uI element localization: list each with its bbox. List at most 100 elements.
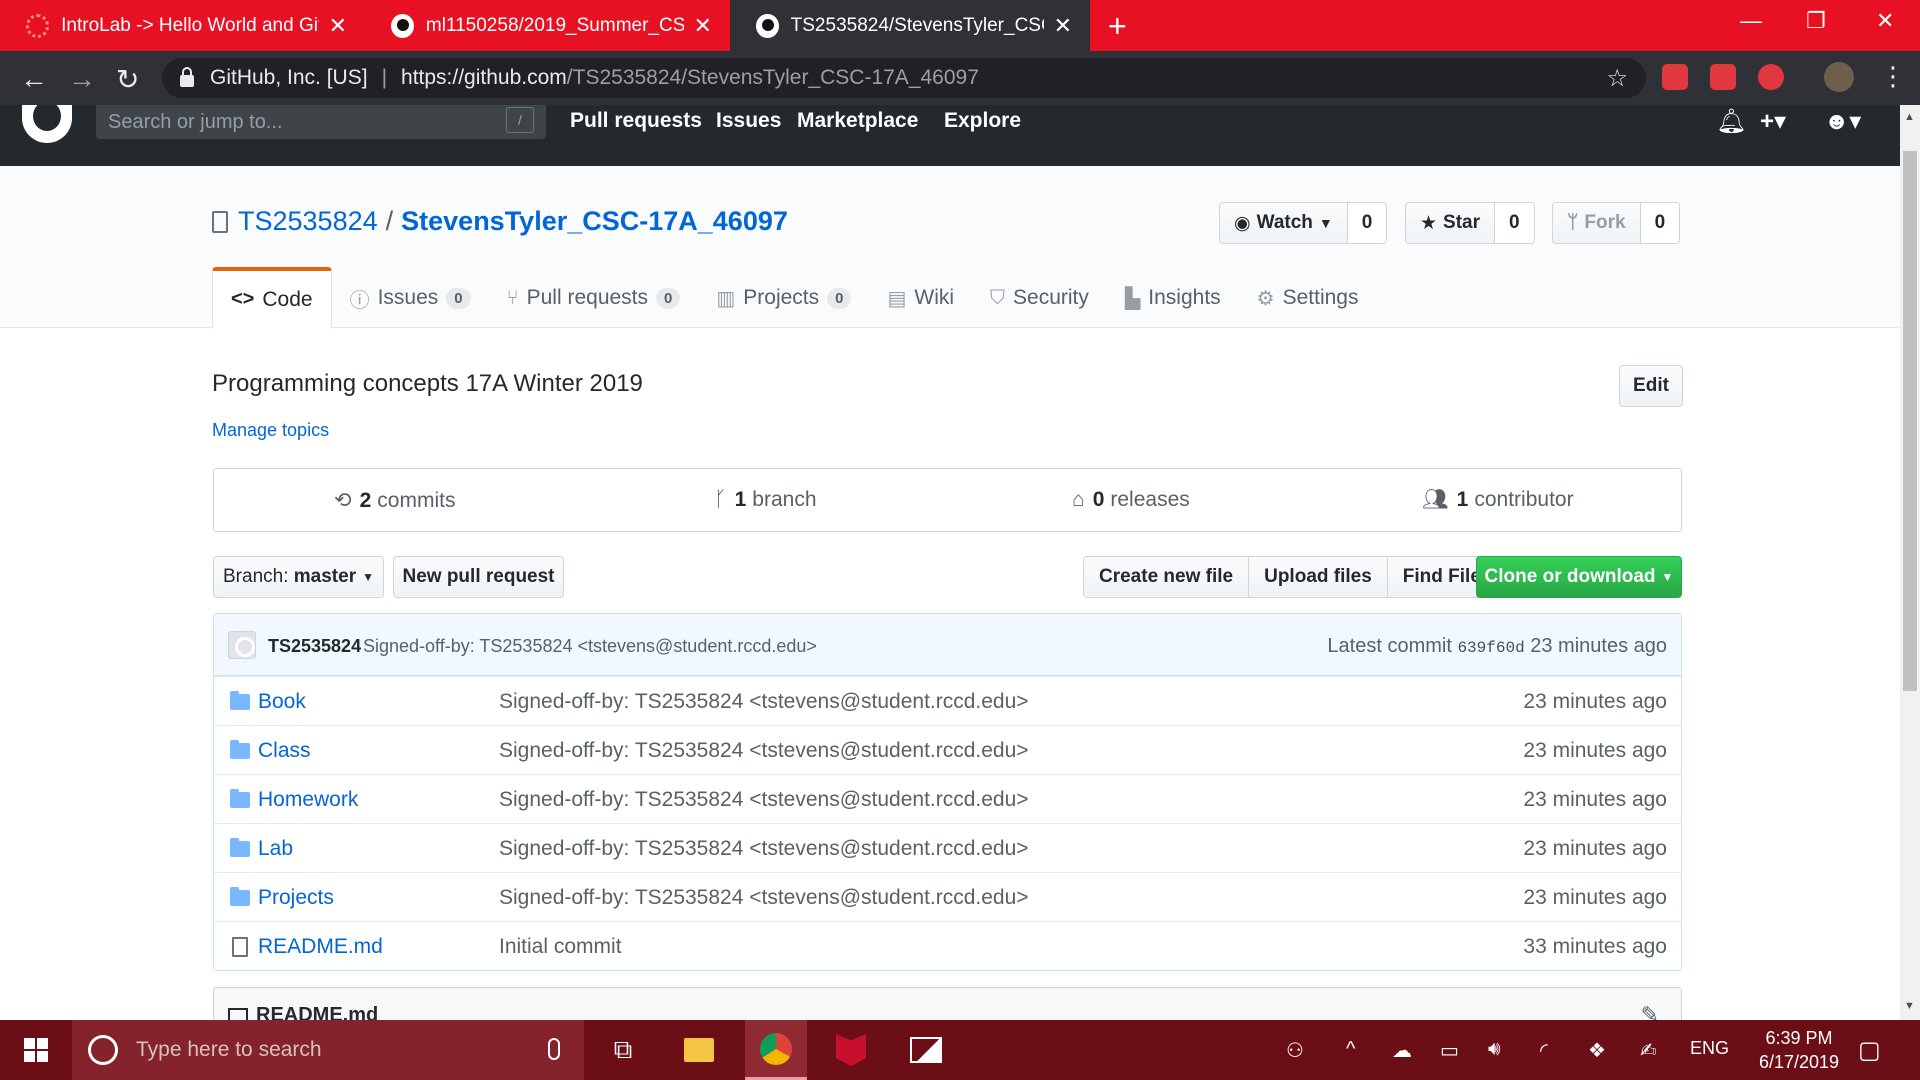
tab-projects[interactable]: ▥ Projects 0 — [698, 267, 869, 329]
nav-issues[interactable]: Issues — [716, 109, 781, 133]
file-name-link[interactable]: Class — [258, 739, 311, 763]
commit-author-link[interactable]: TS2535824 — [268, 636, 361, 657]
file-name-link[interactable]: Book — [258, 690, 306, 714]
branches-link[interactable]: ᚴ 1 branch — [714, 488, 817, 512]
file-commit-message[interactable]: Signed-off-by: TS2535824 <tstevens@stude… — [499, 739, 1029, 763]
file-row[interactable]: README.md Initial commit 33 minutes ago — [214, 921, 1681, 970]
task-view-icon[interactable]: ⧉ — [592, 1020, 654, 1080]
pocket-extension-icon[interactable] — [1662, 64, 1688, 90]
show-hidden-icons-icon[interactable]: ^ — [1346, 1038, 1355, 1061]
profile-avatar[interactable] — [1824, 62, 1854, 92]
hand-extension-icon[interactable] — [1758, 64, 1784, 90]
browser-tab-ml1150258[interactable]: ml1150258/2019_Summer_CSC_( ✕ — [365, 0, 730, 51]
browser-tab-active[interactable]: TS2535824/StevensTyler_CSC-17/ ✕ — [730, 0, 1090, 51]
file-commit-message[interactable]: Signed-off-by: TS2535824 <tstevens@stude… — [499, 837, 1029, 861]
github-logo-icon[interactable] — [22, 105, 72, 143]
file-row[interactable]: Homework Signed-off-by: TS2535824 <tsteve… — [214, 774, 1681, 823]
manage-topics-link[interactable]: Manage topics — [212, 420, 329, 441]
create-new-dropdown-icon[interactable]: +▾ — [1760, 107, 1786, 136]
video-extension-icon[interactable] — [1710, 64, 1736, 90]
close-tab-icon[interactable]: ✕ — [329, 13, 347, 39]
contributors-link[interactable]: 👥︎ 1 contributor — [1422, 488, 1574, 512]
tab-insights[interactable]: ▙ Insights — [1107, 267, 1239, 329]
minimize-icon[interactable]: — — [1740, 8, 1762, 34]
pen-icon[interactable]: ✍ — [1640, 1038, 1657, 1063]
user-menu-avatar-icon[interactable]: ☻▾ — [1824, 107, 1861, 136]
browser-tab-introlab[interactable]: IntroLab -> Hello World and Gith ✕ — [0, 0, 365, 51]
dropbox-icon[interactable]: ❖ — [1588, 1038, 1606, 1063]
tab-wiki[interactable]: ▤ Wiki — [869, 267, 972, 329]
reload-icon[interactable]: ↻ — [116, 63, 139, 96]
nav-pull-requests[interactable]: Pull requests — [570, 109, 702, 133]
new-pull-request-button[interactable]: New pull request — [393, 556, 564, 598]
file-row[interactable]: Class Signed-off-by: TS2535824 <tstevens@… — [214, 725, 1681, 774]
commit-sha-link[interactable]: 639f60d — [1457, 639, 1524, 657]
tab-code[interactable]: <> Code — [212, 267, 332, 329]
releases-link[interactable]: ⌂ 0 releases — [1072, 488, 1190, 512]
close-window-icon[interactable]: ✕ — [1876, 8, 1894, 34]
action-center-icon[interactable]: ▢ — [1858, 1036, 1881, 1065]
fork-button[interactable]: ᛘ Fork — [1552, 202, 1641, 244]
file-name-link[interactable]: README.md — [258, 935, 383, 959]
volume-icon[interactable]: 🔊︎ — [1488, 1038, 1501, 1061]
author-avatar[interactable] — [228, 631, 256, 659]
fork-count[interactable]: 0 — [1640, 202, 1681, 244]
repo-name-link[interactable]: StevensTyler_CSC-17A_46097 — [401, 206, 788, 237]
battery-icon[interactable]: ▭ — [1440, 1038, 1459, 1063]
branch-select-button[interactable]: Branch: master ▼ — [213, 556, 384, 598]
taskbar-clock[interactable]: 6:39 PM 6/17/2019 — [1744, 1026, 1854, 1074]
create-new-file-button[interactable]: Create new file — [1083, 556, 1250, 598]
commits-link[interactable]: ⟲ 2 commits — [334, 488, 455, 513]
file-explorer-icon[interactable] — [668, 1020, 730, 1080]
taskbar-search-box[interactable]: Type here to search — [72, 1020, 584, 1080]
file-row[interactable]: Lab Signed-off-by: TS2535824 <tstevens@st… — [214, 823, 1681, 872]
star-button[interactable]: ★ Star — [1405, 202, 1496, 244]
file-commit-message[interactable]: Signed-off-by: TS2535824 <tstevens@stude… — [499, 886, 1029, 910]
tab-security[interactable]: ⛉ Security — [972, 267, 1107, 329]
file-name-link[interactable]: Homework — [258, 788, 358, 812]
file-commit-message[interactable]: Initial commit — [499, 935, 622, 959]
wifi-icon[interactable]: ◜ — [1540, 1038, 1548, 1063]
close-tab-icon[interactable]: ✕ — [1054, 13, 1072, 39]
scroll-up-icon[interactable]: ▲ — [1904, 111, 1915, 123]
microphone-icon[interactable] — [548, 1038, 560, 1060]
tab-settings[interactable]: ⚙ Settings — [1239, 267, 1377, 329]
restore-icon[interactable]: ❐ — [1806, 8, 1826, 34]
edit-description-button[interactable]: Edit — [1619, 365, 1683, 407]
watch-button[interactable]: ◉ Watch ▼ — [1219, 202, 1348, 244]
scrollbar-thumb[interactable] — [1903, 151, 1917, 691]
tab-pull-requests[interactable]: ⑂ Pull requests 0 — [489, 267, 699, 329]
file-name-link[interactable]: Projects — [258, 886, 334, 910]
tab-issues[interactable]: ⓘ Issues 0 — [332, 267, 489, 329]
file-name-link[interactable]: Lab — [258, 837, 293, 861]
watch-count[interactable]: 0 — [1347, 202, 1388, 244]
people-icon[interactable]: ⚇ — [1286, 1038, 1304, 1063]
chrome-menu-icon[interactable]: ⋮ — [1880, 61, 1906, 92]
commit-message-link[interactable]: Signed-off-by: TS2535824 <tstevens@stude… — [363, 636, 817, 657]
mcafee-icon[interactable] — [820, 1020, 882, 1080]
repo-owner-link[interactable]: TS2535824 — [238, 206, 378, 237]
back-icon[interactable]: ← — [20, 63, 48, 95]
clone-or-download-button[interactable]: Clone or download ▼ — [1476, 556, 1682, 598]
omnibox[interactable]: GitHub, Inc. [US] | https://github.com/T… — [162, 58, 1646, 98]
forward-icon[interactable]: → — [68, 63, 96, 95]
bookmark-star-icon[interactable]: ☆ — [1606, 64, 1628, 93]
file-commit-message[interactable]: Signed-off-by: TS2535824 <tstevens@stude… — [499, 690, 1029, 714]
search-input[interactable]: Search or jump to... / — [96, 105, 546, 139]
close-tab-icon[interactable]: ✕ — [694, 13, 712, 39]
input-language[interactable]: ENG — [1690, 1038, 1729, 1059]
notifications-bell-icon[interactable]: 🔔︎ — [1716, 107, 1746, 136]
file-row[interactable]: Projects Signed-off-by: TS2535824 <tsteve… — [214, 872, 1681, 921]
scroll-down-icon[interactable]: ▼ — [1904, 1000, 1915, 1012]
start-button[interactable] — [0, 1020, 72, 1080]
nav-explore[interactable]: Explore — [944, 109, 1021, 133]
star-count[interactable]: 0 — [1495, 202, 1535, 244]
nav-marketplace[interactable]: Marketplace — [797, 109, 918, 133]
onedrive-error-icon[interactable]: ☁ — [1392, 1038, 1412, 1063]
page-scrollbar[interactable]: ▲ ▼ — [1900, 105, 1920, 1020]
file-commit-message[interactable]: Signed-off-by: TS2535824 <tstevens@stude… — [499, 788, 1029, 812]
new-tab-button[interactable]: + — [1108, 8, 1127, 45]
file-row[interactable]: Book Signed-off-by: TS2535824 <tstevens@s… — [214, 676, 1681, 725]
photos-icon[interactable] — [895, 1020, 957, 1080]
upload-files-button[interactable]: Upload files — [1248, 556, 1388, 598]
